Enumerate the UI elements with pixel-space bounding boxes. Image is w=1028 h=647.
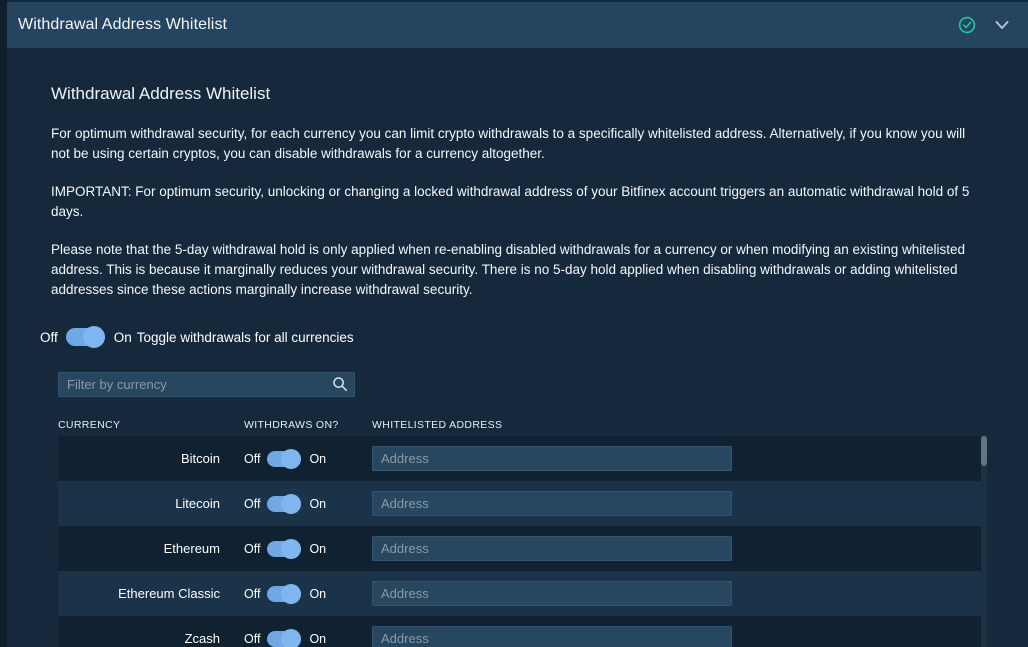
row-withdrawals-toggle[interactable]: [267, 538, 302, 559]
row-toggle-knob: [281, 538, 302, 559]
table-row: Zcash Off On: [58, 616, 987, 647]
master-withdrawals-toggle[interactable]: [65, 326, 105, 348]
row-toggle-on-label: On: [309, 631, 327, 646]
row-toggle-on-label: On: [309, 586, 327, 601]
whitelisted-address-cell: [372, 446, 987, 471]
table-row: Ethereum Classic Off On: [58, 571, 987, 616]
table-header-row: CURRENCY WITHDRAWS ON? WHITELISTED ADDRE…: [58, 414, 987, 436]
whitelisted-address-cell: [372, 581, 987, 606]
master-toggle-off-label: Off: [40, 329, 58, 345]
currency-filter: [58, 372, 355, 397]
currency-filter-input[interactable]: [58, 372, 355, 397]
row-toggle-knob: [281, 448, 302, 469]
withdraws-toggle-cell: Off On: [244, 583, 372, 604]
column-header-withdraws-on: WITHDRAWS ON?: [244, 419, 339, 431]
row-withdrawals-toggle[interactable]: [267, 628, 302, 647]
left-edge-gutter: [0, 0, 7, 647]
master-toggle-row: Off On Toggle withdrawals for all curren…: [40, 326, 1028, 348]
important-paragraph: IMPORTANT: For optimum security, unlocki…: [51, 184, 970, 219]
whitelisted-address-cell: [372, 626, 987, 647]
row-toggle-off-label: Off: [244, 586, 261, 601]
row-toggle-off-label: Off: [244, 451, 261, 466]
withdraws-toggle-cell: Off On: [244, 493, 372, 514]
row-toggle-knob: [281, 493, 302, 514]
currency-name: Ethereum Classic: [118, 586, 220, 601]
currency-name: Zcash: [184, 631, 220, 646]
withdraws-toggle-cell: Off On: [244, 538, 372, 559]
panel-title: Withdrawal Address Whitelist: [18, 16, 228, 33]
master-toggle-description: Toggle withdrawals for all currencies: [136, 329, 354, 345]
row-toggle-on-label: On: [309, 451, 327, 466]
row-withdrawals-toggle[interactable]: [267, 493, 302, 514]
currency-name: Ethereum: [163, 541, 220, 556]
whitelisted-address-input[interactable]: [372, 626, 732, 647]
row-toggle-on-label: On: [309, 496, 327, 511]
section-heading: Withdrawal Address Whitelist: [51, 84, 271, 103]
table-row: Ethereum Off On: [58, 526, 987, 571]
whitelist-table: CURRENCY WITHDRAWS ON? WHITELISTED ADDRE…: [58, 414, 987, 647]
panel-content: Withdrawal Address Whitelist For optimum…: [7, 48, 1028, 647]
intro-paragraph: For optimum withdrawal security, for eac…: [51, 126, 966, 161]
check-circle-icon[interactable]: [958, 16, 976, 34]
whitelisted-address-input[interactable]: [372, 491, 732, 516]
chevron-down-icon[interactable]: [992, 15, 1012, 35]
whitelisted-address-input[interactable]: [372, 446, 732, 471]
row-withdrawals-toggle[interactable]: [267, 448, 302, 469]
whitelisted-address-input[interactable]: [372, 581, 732, 606]
withdrawal-whitelist-panel: Withdrawal Address Whitelist Withdrawal …: [0, 0, 1028, 647]
row-withdrawals-toggle[interactable]: [267, 583, 302, 604]
row-toggle-knob: [281, 628, 302, 647]
row-toggle-off-label: Off: [244, 496, 261, 511]
table-row: Litecoin Off On: [58, 481, 987, 526]
currency-name: Bitcoin: [180, 451, 220, 466]
row-toggle-on-label: On: [309, 541, 327, 556]
master-toggle-knob: [82, 326, 105, 348]
whitelisted-address-cell: [372, 491, 987, 516]
column-header-whitelisted-address: WHITELISTED ADDRESS: [372, 419, 503, 431]
table-row: Bitcoin Off On: [58, 436, 987, 481]
withdraws-toggle-cell: Off On: [244, 448, 372, 469]
currency-name: Litecoin: [175, 496, 220, 511]
panel-titlebar: Withdrawal Address Whitelist: [0, 2, 1028, 48]
row-toggle-knob: [281, 583, 302, 604]
table-body: BitcoinOffOnLitecoinOffOnEthereumOffOnEt…: [58, 436, 987, 647]
whitelisted-address-cell: [372, 536, 987, 561]
table-scrollbar[interactable]: [981, 436, 987, 647]
column-header-currency: CURRENCY: [58, 419, 121, 431]
whitelisted-address-input[interactable]: [372, 536, 732, 561]
withdraws-toggle-cell: Off On: [244, 628, 372, 647]
row-toggle-off-label: Off: [244, 541, 261, 556]
table-scrollbar-thumb[interactable]: [981, 436, 987, 466]
hold-note-paragraph: Please note that the 5-day withdrawal ho…: [51, 242, 966, 297]
master-toggle-on-label: On: [113, 329, 132, 345]
row-toggle-off-label: Off: [244, 631, 261, 646]
titlebar-actions: [958, 15, 1012, 35]
